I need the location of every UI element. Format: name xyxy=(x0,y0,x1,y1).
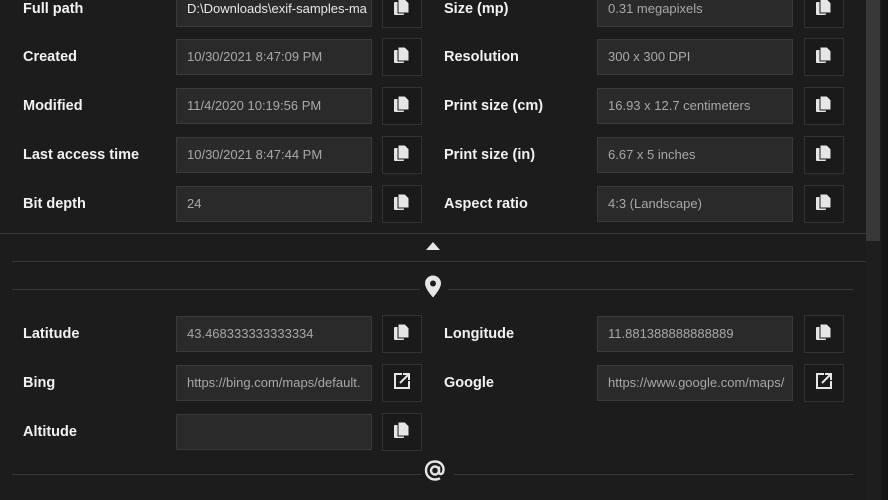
copy-icon xyxy=(393,95,411,118)
collapse-up-icon[interactable] xyxy=(426,237,440,255)
open-external-icon xyxy=(393,372,411,395)
copy-icon xyxy=(393,0,411,21)
scrollbar[interactable] xyxy=(866,0,880,500)
field-aspect-ratio[interactable]: 4:3 (Landscape) xyxy=(597,186,793,222)
field-bit-depth[interactable]: 24 xyxy=(176,186,372,222)
field-resolution[interactable]: 300 x 300 DPI xyxy=(597,39,793,75)
open-google-button[interactable] xyxy=(804,364,844,402)
copy-icon xyxy=(393,323,411,346)
copy-last-access-time-button[interactable] xyxy=(382,136,422,174)
field-altitude[interactable] xyxy=(176,414,372,450)
copy-icon xyxy=(815,46,833,69)
copy-latitude-button[interactable] xyxy=(382,315,422,353)
copy-icon xyxy=(393,193,411,216)
label-latitude: Latitude xyxy=(23,326,80,342)
field-print-size-in[interactable]: 6.67 x 5 inches xyxy=(597,137,793,173)
label-print-size-in: Print size (in) xyxy=(444,147,536,163)
field-longitude[interactable]: 11.881388888888889 xyxy=(597,316,793,352)
section-line xyxy=(454,474,854,475)
section-line xyxy=(448,289,854,290)
copy-modified-button[interactable] xyxy=(382,87,422,125)
field-last-access-time[interactable]: 10/30/2021 8:47:44 PM xyxy=(176,137,372,173)
open-external-icon xyxy=(815,372,833,395)
label-bing: Bing xyxy=(23,375,56,391)
copy-full-path-button[interactable] xyxy=(382,0,422,28)
field-size-mp[interactable]: 0.31 megapixels xyxy=(597,0,793,27)
copy-icon xyxy=(393,421,411,444)
label-google: Google xyxy=(444,375,494,391)
copy-resolution-button[interactable] xyxy=(804,38,844,76)
copy-created-button[interactable] xyxy=(382,38,422,76)
window-edge xyxy=(882,0,888,500)
copy-icon xyxy=(815,193,833,216)
field-print-size-cm[interactable]: 16.93 x 12.7 centimeters xyxy=(597,88,793,124)
field-modified[interactable]: 11/4/2020 10:19:56 PM xyxy=(176,88,372,124)
field-latitude[interactable]: 43.468333333333334 xyxy=(176,316,372,352)
copy-icon xyxy=(815,323,833,346)
label-longitude: Longitude xyxy=(444,326,515,342)
open-bing-button[interactable] xyxy=(382,364,422,402)
label-aspect-ratio: Aspect ratio xyxy=(444,196,528,212)
copy-icon xyxy=(815,144,833,167)
field-created[interactable]: 10/30/2021 8:47:09 PM xyxy=(176,39,372,75)
copy-aspect-ratio-button[interactable] xyxy=(804,185,844,223)
field-bing[interactable]: https://bing.com/maps/default. xyxy=(176,365,372,401)
copy-size-mp-button[interactable] xyxy=(804,0,844,28)
copy-altitude-button[interactable] xyxy=(382,413,422,451)
label-modified: Modified xyxy=(23,98,83,114)
divider xyxy=(12,261,866,262)
label-full-path: Full path xyxy=(23,1,84,17)
copy-longitude-button[interactable] xyxy=(804,315,844,353)
copy-icon xyxy=(815,95,833,118)
section-line xyxy=(12,474,422,475)
label-created: Created xyxy=(23,49,77,65)
label-altitude: Altitude xyxy=(23,424,77,440)
field-google[interactable]: https://www.google.com/maps/ xyxy=(597,365,793,401)
copy-bit-depth-button[interactable] xyxy=(382,185,422,223)
copy-icon xyxy=(393,46,411,69)
divider xyxy=(0,233,866,234)
copy-print-size-cm-button[interactable] xyxy=(804,87,844,125)
label-resolution: Resolution xyxy=(444,49,519,65)
scrollbar-thumb[interactable] xyxy=(866,0,880,241)
copy-icon xyxy=(815,0,833,21)
label-bit-depth: Bit depth xyxy=(23,196,86,212)
section-line xyxy=(12,289,420,290)
copy-icon xyxy=(393,144,411,167)
location-pin-icon xyxy=(425,275,441,303)
label-print-size-cm: Print size (cm) xyxy=(444,98,544,114)
field-full-path[interactable]: D:\Downloads\exif-samples-ma xyxy=(176,0,372,27)
label-size-mp: Size (mp) xyxy=(444,1,509,17)
label-last-access-time: Last access time xyxy=(23,147,140,163)
at-sign-icon xyxy=(424,460,446,487)
copy-print-size-in-button[interactable] xyxy=(804,136,844,174)
